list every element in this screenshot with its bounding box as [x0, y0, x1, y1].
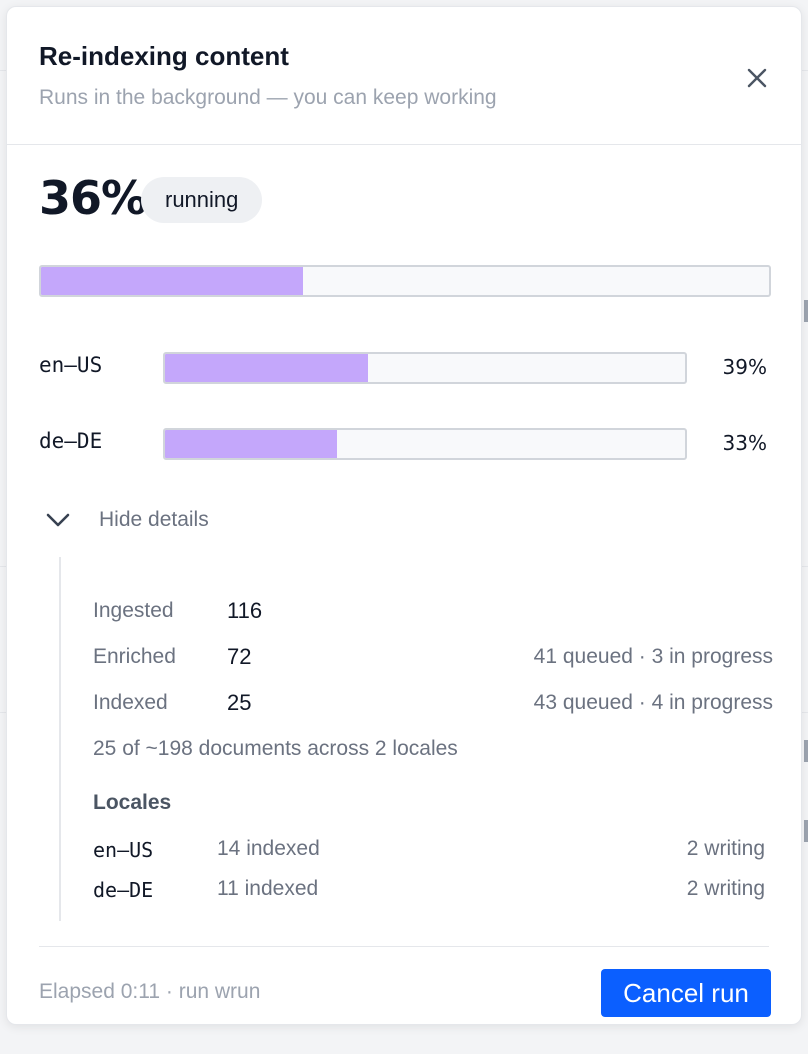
locale-label-en-us: en–US	[39, 353, 103, 377]
backdrop-fragment	[804, 820, 808, 842]
reindex-dialog: Re-indexing content Runs in the backgrou…	[6, 6, 802, 1025]
overall-progress-bar	[39, 265, 771, 297]
footer-divider	[39, 946, 769, 947]
locale-row-code: de–DE	[93, 878, 154, 902]
locale-progress-bar-en-us	[163, 352, 687, 384]
locale-row-writing: 2 writing	[686, 837, 765, 860]
backdrop-fragment	[804, 300, 808, 322]
status-badge: running	[141, 177, 263, 223]
stat-extra-indexed: 43 queued · 4 in progress	[533, 691, 773, 714]
locale-row-writing: 2 writing	[686, 877, 765, 900]
locale-progress-fill	[165, 430, 337, 458]
stat-value-indexed: 25	[227, 690, 252, 715]
details-panel: Ingested 116 Enriched 72 41 queued · 3 i…	[59, 557, 773, 921]
hide-details-label: Hide details	[99, 508, 209, 531]
overall-percent: 36%	[39, 171, 147, 225]
stat-label-indexed: Indexed	[93, 691, 168, 714]
locale-label-de-de: de–DE	[39, 429, 103, 453]
locale-percent-en-us: 39%	[722, 355, 767, 379]
locale-progress-bar-de-de	[163, 428, 687, 460]
hide-details-toggle[interactable]: Hide details	[43, 502, 209, 538]
overall-progress-fill	[41, 267, 304, 295]
locale-row-indexed: 14 indexed	[217, 837, 320, 860]
backdrop-fragment	[804, 740, 808, 762]
close-button[interactable]	[740, 61, 774, 95]
locale-percent-de-de: 33%	[722, 431, 767, 455]
elapsed-text: Elapsed 0:11 · run wrun	[39, 980, 261, 1003]
stat-value-enriched: 72	[227, 644, 252, 669]
stat-value-ingested: 116	[227, 598, 263, 623]
documents-summary: 25 of ~198 documents across 2 locales	[93, 737, 458, 760]
dialog-header: Re-indexing content Runs in the backgrou…	[7, 7, 801, 145]
locales-heading: Locales	[93, 791, 172, 814]
close-icon	[747, 68, 767, 88]
cancel-run-button[interactable]: Cancel run	[601, 969, 771, 1017]
stat-label-ingested: Ingested	[93, 599, 174, 622]
locale-row-indexed: 11 indexed	[217, 877, 319, 900]
chevron-down-icon	[46, 513, 70, 527]
locale-progress-fill	[165, 354, 368, 382]
stat-extra-enriched: 41 queued · 3 in progress	[533, 645, 773, 668]
dialog-title: Re-indexing content	[39, 41, 289, 71]
locale-row-code: en–US	[93, 838, 154, 862]
stat-label-enriched: Enriched	[93, 645, 176, 668]
dialog-subtitle: Runs in the background — you can keep wo…	[39, 86, 497, 109]
